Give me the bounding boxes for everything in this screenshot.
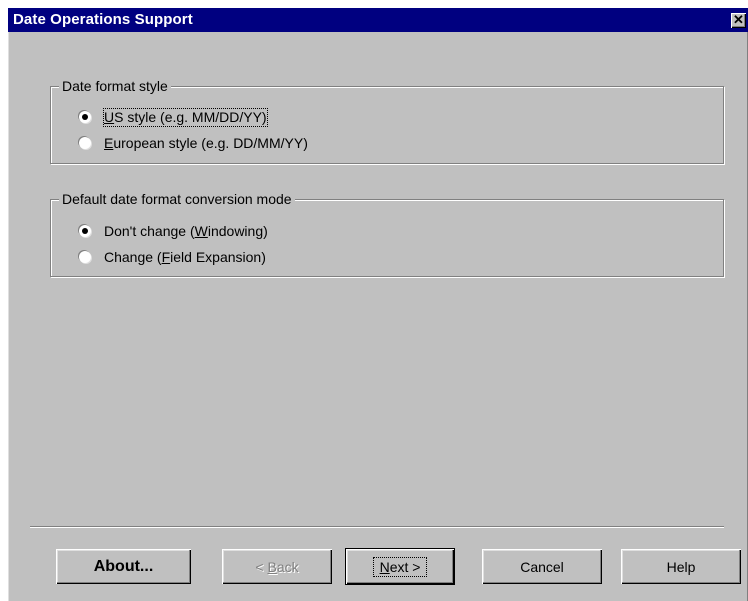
close-button[interactable]: ✕ xyxy=(731,13,746,28)
radio-us-style-label[interactable]: US style (e.g. MM/DD/YY) xyxy=(103,108,268,127)
date-format-style-legend: Date format style xyxy=(59,78,171,94)
window-title: Date Operations Support xyxy=(13,11,193,28)
about-button[interactable]: About... xyxy=(56,549,191,584)
radio-selected-dot xyxy=(82,114,88,120)
about-button-label: About... xyxy=(93,557,154,575)
conversion-mode-legend: Default date format conversion mode xyxy=(59,191,295,207)
date-format-style-group: Date format style US style (e.g. MM/DD/Y… xyxy=(50,78,724,164)
wizard-dialog: Date Operations Support ✕ Date format st… xyxy=(8,8,748,601)
radio-change-label[interactable]: Change (Field Expansion) xyxy=(104,249,266,266)
cancel-button[interactable]: Cancel xyxy=(482,549,602,584)
close-icon: ✕ xyxy=(733,13,744,27)
button-separator xyxy=(30,526,724,528)
cancel-button-label: Cancel xyxy=(520,558,564,575)
radio-button-icon[interactable] xyxy=(79,111,91,123)
radio-european-style-label[interactable]: European style (e.g. DD/MM/YY) xyxy=(104,135,308,152)
radio-button-icon[interactable] xyxy=(79,225,91,237)
radio-button-icon[interactable] xyxy=(79,251,91,263)
radio-button-icon[interactable] xyxy=(79,137,91,149)
radio-selected-dot xyxy=(82,228,88,234)
help-button-label: Help xyxy=(666,558,696,575)
conversion-mode-group: Default date format conversion mode Don'… xyxy=(50,191,724,277)
next-button-label: Next > xyxy=(372,556,428,577)
back-button[interactable]: < Back xyxy=(222,549,332,584)
next-button[interactable]: Next > xyxy=(346,549,454,584)
title-bar: Date Operations Support ✕ xyxy=(8,8,748,32)
radio-dont-change-label[interactable]: Don't change (Windowing) xyxy=(104,223,268,240)
help-button[interactable]: Help xyxy=(621,549,741,584)
back-button-label: < Back xyxy=(255,558,299,575)
